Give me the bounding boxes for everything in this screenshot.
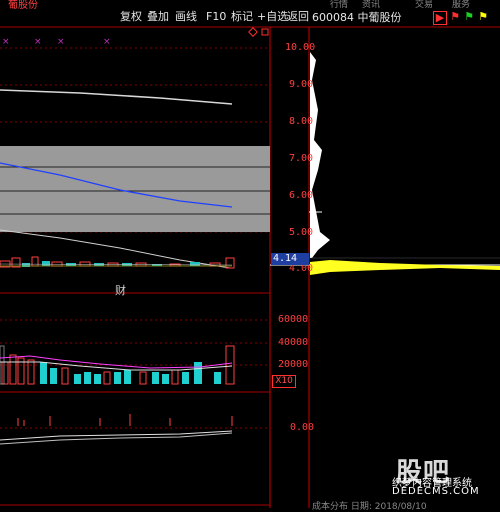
chip-footer: 成本分布 日期: 2018/08/10 — [312, 502, 427, 512]
marker-x: × — [2, 37, 10, 47]
price-tick: 10.00 — [285, 42, 316, 53]
volume-unit: X10 — [272, 375, 296, 388]
volume-tick: 40000 — [278, 337, 309, 348]
price-tick: 5.00 — [289, 227, 314, 238]
price-tick: 7.00 — [289, 153, 314, 164]
indicator-tick: 0.00 — [290, 422, 315, 433]
svg-text:×: × — [103, 37, 111, 47]
current-price-tag: 4.14 — [271, 253, 309, 265]
volume-tick: 60000 — [278, 314, 309, 325]
chart-canvas: × × × × — [0, 26, 500, 508]
svg-text:×: × — [34, 37, 42, 47]
watermark-line2: DEDECMS.COM — [392, 486, 480, 497]
price-tick: 6.00 — [289, 190, 314, 201]
price-tick: 9.00 — [289, 79, 314, 90]
svg-text:×: × — [57, 37, 65, 47]
price-tick: 8.00 — [289, 116, 314, 127]
finance-marker[interactable]: 财 — [115, 282, 126, 298]
volume-tick: 20000 — [278, 359, 309, 370]
